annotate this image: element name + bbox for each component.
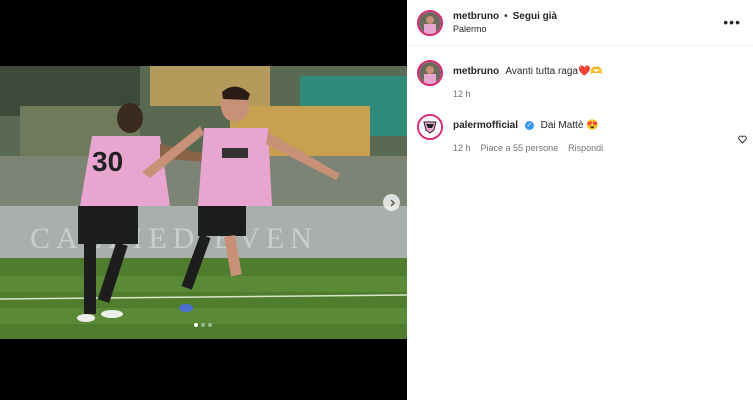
palermo-logo-icon bbox=[419, 116, 441, 138]
carousel-dot bbox=[208, 323, 212, 327]
separator-dot: • bbox=[504, 11, 508, 22]
caption-avatar[interactable] bbox=[417, 60, 443, 86]
post-photo: CALLIED EVEN 30 bbox=[0, 66, 407, 339]
chevron-right-icon bbox=[390, 199, 395, 206]
caption-body: metbruno Avanti tutta raga❤️🫶 12 h bbox=[453, 60, 603, 99]
following-button[interactable]: Segui già bbox=[513, 11, 557, 22]
post-caption: metbruno Avanti tutta raga❤️🫶 12 h bbox=[407, 60, 753, 99]
carousel-next-button[interactable] bbox=[383, 194, 400, 211]
svg-text:30: 30 bbox=[92, 146, 123, 177]
football-celebration-image: CALLIED EVEN 30 bbox=[0, 66, 407, 339]
comment-item: palermofficial ✓ Dai Mattè 😍 12 h Piace … bbox=[407, 114, 753, 153]
carousel-indicator bbox=[194, 323, 212, 327]
comment-like-button[interactable] bbox=[738, 131, 747, 149]
caption-time[interactable]: 12 h bbox=[453, 89, 471, 99]
comment-reply-button[interactable]: Rispondi bbox=[568, 143, 603, 153]
caption-avatar-image bbox=[419, 62, 441, 84]
post-location[interactable]: Palermo bbox=[453, 24, 557, 34]
heart-icon bbox=[738, 135, 747, 144]
caption-text: Avanti tutta raga❤️🫶 bbox=[505, 66, 603, 77]
caption-meta: 12 h bbox=[453, 89, 603, 99]
post-side-panel: metbruno • Segui già Palermo ••• metbrun… bbox=[407, 0, 753, 400]
author-avatar-image bbox=[419, 11, 441, 34]
header-line: metbruno • Segui già bbox=[453, 11, 557, 22]
instagram-post-view: CALLIED EVEN 30 metbruno • Segui già Pal… bbox=[0, 0, 753, 400]
caption-username[interactable]: metbruno bbox=[453, 66, 499, 77]
carousel-dot bbox=[201, 323, 205, 327]
post-header: metbruno • Segui già Palermo ••• bbox=[407, 0, 753, 46]
comment-text-line: palermofficial ✓ Dai Mattè 😍 bbox=[453, 114, 603, 132]
caption-text-line: metbruno Avanti tutta raga❤️🫶 bbox=[453, 60, 603, 78]
author-avatar[interactable] bbox=[417, 9, 443, 36]
comment-body: palermofficial ✓ Dai Mattè 😍 12 h Piace … bbox=[453, 114, 603, 153]
carousel-dot bbox=[194, 323, 198, 327]
more-options-button[interactable]: ••• bbox=[723, 15, 741, 29]
author-username[interactable]: metbruno bbox=[453, 11, 499, 22]
verified-badge-icon: ✓ bbox=[524, 120, 534, 130]
header-text: metbruno • Segui già Palermo bbox=[453, 11, 557, 34]
commenter-avatar[interactable] bbox=[417, 114, 443, 140]
comment-time[interactable]: 12 h bbox=[453, 143, 471, 153]
comment-likes-link[interactable]: Piace a 55 persone bbox=[481, 143, 559, 153]
post-media: CALLIED EVEN 30 bbox=[0, 0, 407, 400]
comment-text: Dai Mattè 😍 bbox=[540, 120, 599, 131]
comment-meta: 12 h Piace a 55 persone Rispondi bbox=[453, 143, 603, 153]
svg-text:CALLIED EVEN: CALLIED EVEN bbox=[30, 222, 318, 255]
comment-username[interactable]: palermofficial bbox=[453, 120, 518, 131]
